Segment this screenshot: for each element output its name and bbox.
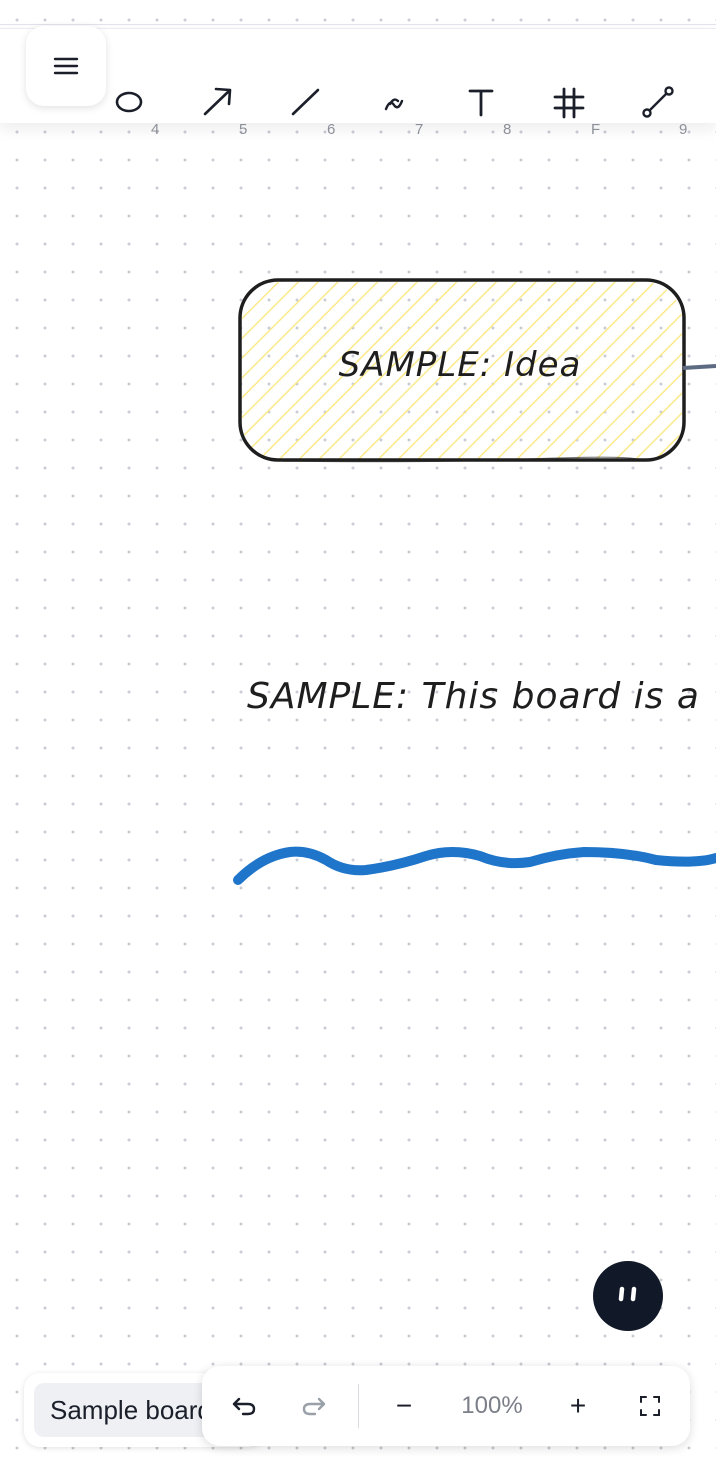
- top-divider: [0, 24, 716, 25]
- line-icon: [291, 88, 320, 116]
- frame-icon: [553, 87, 585, 119]
- undo-button[interactable]: [216, 1366, 272, 1446]
- tool-line[interactable]: 6: [264, 57, 344, 147]
- hamburger-menu-icon: [53, 57, 79, 75]
- shortcut-key: 8: [503, 121, 512, 138]
- tool-draw[interactable]: 7: [352, 57, 432, 147]
- toolbar-divider: [358, 1384, 359, 1428]
- arrow-icon: [203, 87, 232, 116]
- shortcut-key: F: [591, 121, 601, 138]
- shortcut-key: 5: [239, 121, 248, 138]
- shortcut-key: 6: [327, 121, 336, 138]
- assistant-avatar-button[interactable]: [593, 1261, 663, 1331]
- freehand-icon: [384, 98, 404, 111]
- zoom-out-button[interactable]: −: [378, 1366, 430, 1446]
- board-name: Sample board: [50, 1394, 212, 1425]
- shortcut-key: 4: [151, 121, 160, 138]
- shortcut-key: 7: [415, 121, 424, 138]
- tool-text[interactable]: 8: [440, 57, 520, 147]
- toolbar: 4 5 6 7 8 F 9: [0, 28, 716, 138]
- zoom-toolbar: − 100% +: [202, 1366, 690, 1446]
- zoom-in-button[interactable]: +: [552, 1366, 604, 1446]
- redo-icon: [302, 1397, 326, 1416]
- main-menu-button[interactable]: [26, 26, 106, 106]
- connector-icon: [642, 86, 674, 118]
- text-icon: [468, 89, 494, 117]
- board-text[interactable]: SAMPLE: This board is a: [247, 676, 700, 717]
- tool-connector[interactable]: 9: [616, 57, 696, 147]
- shortcut-key: 9: [679, 121, 688, 138]
- redo-button[interactable]: [286, 1366, 342, 1446]
- fit-screen-button[interactable]: [624, 1366, 676, 1446]
- connector-line: [682, 364, 716, 370]
- fit-screen-icon: [640, 1396, 660, 1416]
- tool-frame[interactable]: F: [528, 57, 608, 147]
- idea-text: SAMPLE: Idea: [338, 345, 582, 385]
- face-icon: [618, 1286, 637, 1302]
- tool-arrow[interactable]: 5: [176, 57, 256, 147]
- zoom-level[interactable]: 100%: [438, 1366, 546, 1446]
- freehand-stroke[interactable]: [226, 836, 716, 896]
- undo-icon: [232, 1397, 256, 1416]
